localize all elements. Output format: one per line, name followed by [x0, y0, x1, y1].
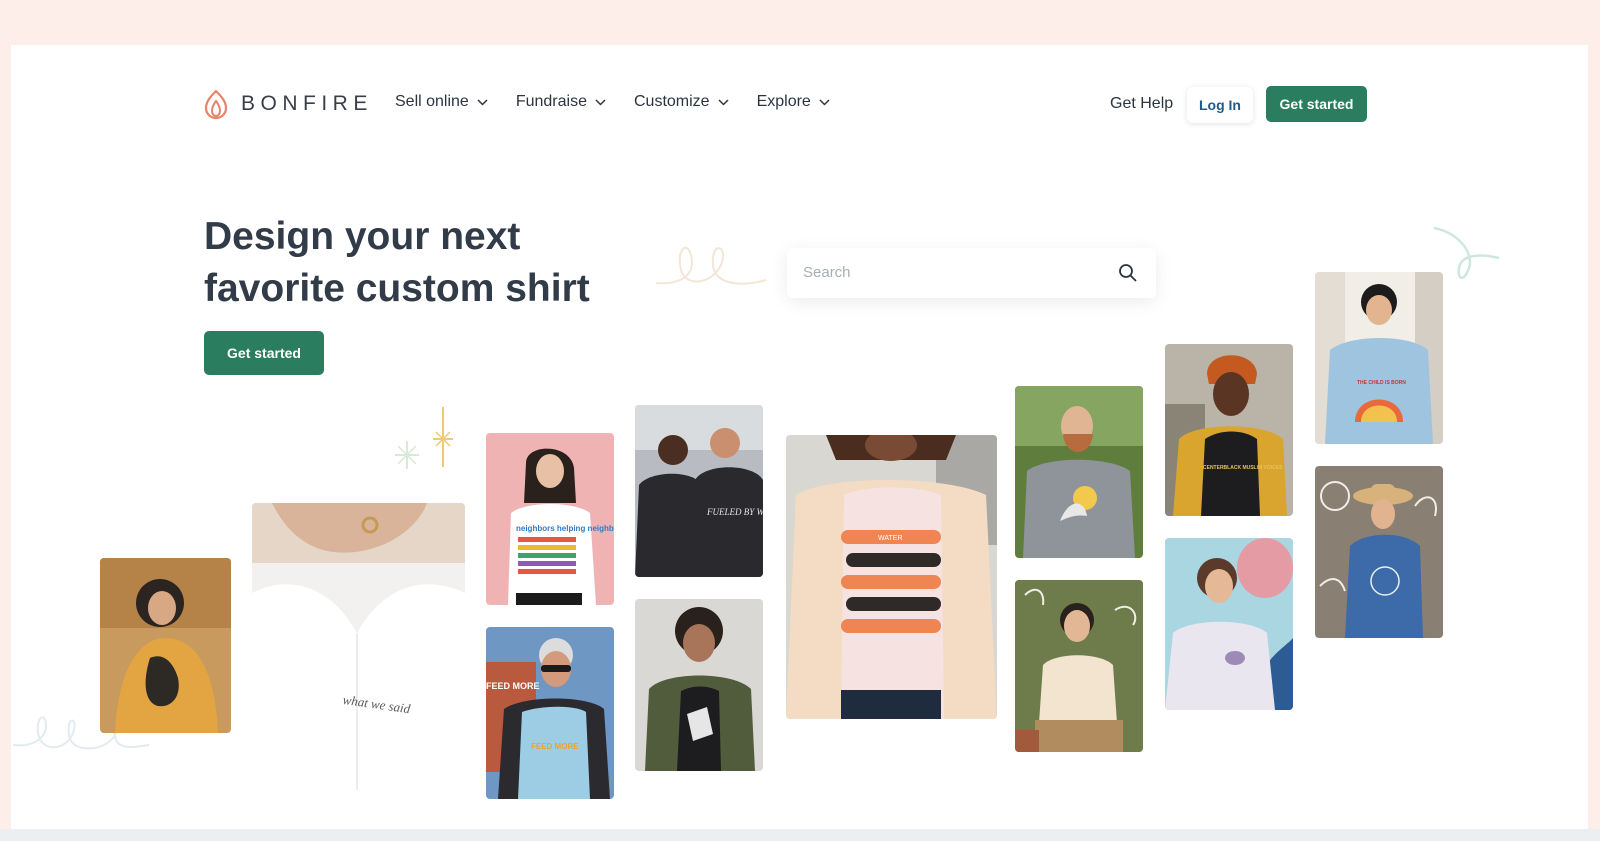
flame-logo-icon — [204, 89, 228, 119]
photo-kid-shirt: THE CHILD IS BORN — [1315, 272, 1443, 444]
frame-right — [1588, 45, 1600, 829]
photo-mushroom-background — [1315, 466, 1443, 638]
nav-customize[interactable]: Customize — [634, 93, 729, 111]
photo-garden-woman — [1015, 580, 1143, 752]
header-get-started-button[interactable]: Get started — [1266, 86, 1367, 122]
chevron-down-icon — [819, 98, 830, 106]
nav-label: Sell online — [395, 93, 469, 110]
photo-water-shirt: WATER — [786, 435, 997, 719]
photo-bird-shirt — [1015, 386, 1143, 558]
hero-get-started-button[interactable]: Get started — [204, 331, 324, 375]
nav-explore[interactable]: Explore — [757, 93, 830, 111]
brand-name: BONFIRE — [241, 92, 373, 115]
kid-shirt-text: THE CHILD IS BORN — [1357, 380, 1406, 386]
chevron-down-icon — [477, 98, 488, 106]
feed-more-sign: FEED MORE — [486, 681, 540, 691]
water-shirt-text: WATER — [878, 535, 903, 542]
chevron-down-icon — [595, 98, 606, 106]
photo-fueled-by-water: FUELED BY WATER — [635, 405, 763, 577]
page: BONFIRE Sell online Fundraise Customize … — [11, 45, 1588, 829]
photo-glasses-woman — [635, 599, 763, 771]
feed-more-shirt-text: FEED MORE — [531, 742, 579, 751]
frame-bottom — [0, 829, 1600, 841]
photo-mural-woman — [1165, 538, 1293, 710]
sparkle-decoration — [395, 407, 453, 469]
nav-label: Customize — [633, 93, 710, 110]
search-box — [787, 248, 1156, 298]
main-nav: Sell online Fundraise Customize Explore — [395, 93, 858, 111]
hero-title-line-2: favorite custom shirt — [204, 267, 590, 310]
photo-feed-more: FEED MORE FEED MORE — [486, 627, 614, 799]
search-icon[interactable] — [1118, 263, 1138, 283]
nav-sell-online[interactable]: Sell online — [395, 93, 488, 111]
nav-fundraise[interactable]: Fundraise — [516, 93, 606, 111]
photo-yellow-hoodie — [100, 558, 231, 733]
get-help-link[interactable]: Get Help — [1110, 95, 1173, 113]
login-button[interactable]: Log In — [1187, 87, 1253, 123]
photo-white-hoodie: what we said — [252, 503, 465, 790]
hero-title-line-1: Design your next — [204, 215, 521, 258]
photo-centerblack-shirt: CENTERBLACK MUSLIM VOICES — [1165, 344, 1293, 516]
photo-neighbors-shirt: neighbors helping neighbors — [486, 433, 614, 605]
search-input[interactable] — [801, 263, 1105, 282]
chevron-down-icon — [718, 98, 729, 106]
nav-label: Fundraise — [515, 93, 587, 110]
brand-logo[interactable]: BONFIRE — [203, 89, 373, 119]
hero-title: Design your next favorite custom shirt — [204, 211, 624, 315]
nav-label: Explore — [756, 93, 811, 110]
squiggle-decoration-left — [655, 246, 767, 285]
centerblack-shirt-text: CENTERBLACK MUSLIM VOICES — [1203, 465, 1283, 471]
neighbors-shirt-text: neighbors helping neighbors — [516, 524, 614, 533]
fueled-shirt-text: FUELED BY WATER — [706, 507, 763, 517]
